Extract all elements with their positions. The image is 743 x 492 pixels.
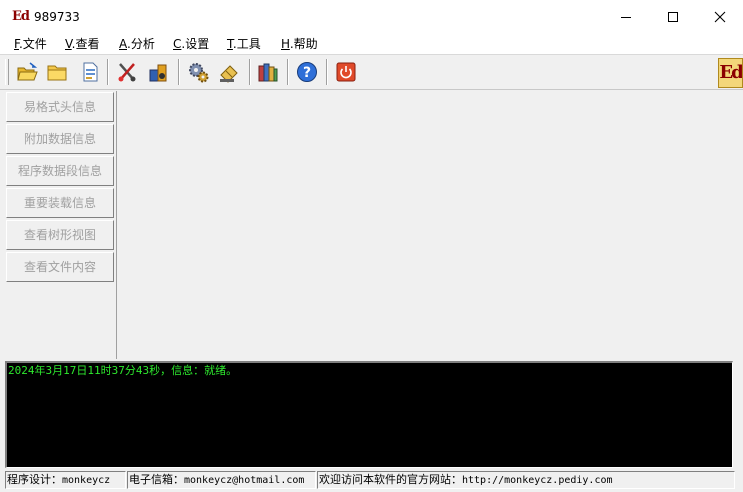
left-panel: 易格式头信息 附加数据信息 程序数据段信息 重要装载信息 查看树形视图 查看文件…: [5, 91, 117, 359]
menu-settings[interactable]: C.设置: [173, 36, 209, 52]
tools-icon: [118, 63, 136, 82]
menu-help[interactable]: H.帮助: [281, 36, 318, 52]
status-email: 电子信箱：monkeycz@hotmail.com: [127, 471, 316, 489]
close-icon: [714, 11, 726, 23]
status-designer: 程序设计：monkeycz: [5, 471, 126, 489]
nav-data-segment-button[interactable]: 程序数据段信息: [6, 156, 114, 186]
close-button[interactable]: [697, 0, 743, 34]
status-website: 欢迎访问本软件的官方网站：http://monkeycz.pediy.com: [317, 471, 735, 489]
minimize-button[interactable]: [603, 0, 649, 34]
document-icon: [83, 62, 98, 82]
toolbar-separator: [178, 59, 180, 85]
minimize-icon: [621, 17, 631, 18]
help-button[interactable]: ?: [294, 59, 320, 85]
open-button[interactable]: [14, 59, 40, 85]
toolbar-separator: [107, 59, 109, 85]
maximize-icon: [668, 12, 678, 22]
power-icon: [336, 62, 356, 82]
books-icon: [258, 63, 278, 82]
help-icon: ?: [297, 62, 317, 82]
nav-tree-view-button[interactable]: 查看树形视图: [6, 220, 114, 250]
nav-file-content-button[interactable]: 查看文件内容: [6, 252, 114, 282]
plugin-button[interactable]: [216, 59, 242, 85]
log-line: 2024年3月17日11时37分43秒，信息：就绪。: [8, 364, 238, 377]
exit-button[interactable]: [333, 59, 359, 85]
menu-tools[interactable]: T.工具: [227, 36, 261, 52]
brand-logo: Ed: [718, 58, 743, 88]
open-folder-icon: [17, 62, 38, 81]
toolbar-separator: [326, 59, 328, 85]
books-button[interactable]: [255, 59, 281, 85]
toolbar-grip[interactable]: [5, 59, 9, 85]
folder-button[interactable]: [44, 59, 70, 85]
title-bar: Ed 989733: [0, 0, 743, 34]
menu-bar: F.文件 V.查看 A.分析 C.设置 T.工具 H.帮助: [0, 34, 743, 55]
plugin-icon: [220, 65, 238, 83]
status-bar: 程序设计：monkeycz 电子信箱：monkeycz@hotmail.com …: [0, 469, 743, 492]
nav-header-info-button[interactable]: 易格式头信息: [6, 92, 114, 122]
app-logo: Ed: [12, 9, 30, 24]
inspect-icon: [149, 64, 167, 82]
menu-file[interactable]: F.文件: [14, 36, 47, 52]
nav-extra-data-button[interactable]: 附加数据信息: [6, 124, 114, 154]
inspect-button[interactable]: [145, 59, 171, 85]
main-content-area: [117, 91, 743, 359]
log-output[interactable]: 2024年3月17日11时37分43秒，信息：就绪。: [5, 361, 733, 468]
svg-text:?: ?: [303, 65, 311, 81]
nav-load-info-button[interactable]: 重要装载信息: [6, 188, 114, 218]
toolbar: ?: [0, 55, 743, 90]
settings-button[interactable]: [185, 59, 211, 85]
document-button[interactable]: [77, 59, 103, 85]
menu-view[interactable]: V.查看: [65, 36, 100, 52]
folder-icon: [47, 65, 67, 81]
toolbar-separator: [287, 59, 289, 85]
menu-analyze[interactable]: A.分析: [119, 36, 155, 52]
tools-button[interactable]: [114, 59, 140, 85]
maximize-button[interactable]: [650, 0, 696, 34]
gear-icon: [189, 63, 209, 83]
window-title: 989733: [34, 10, 80, 24]
toolbar-separator: [249, 59, 251, 85]
